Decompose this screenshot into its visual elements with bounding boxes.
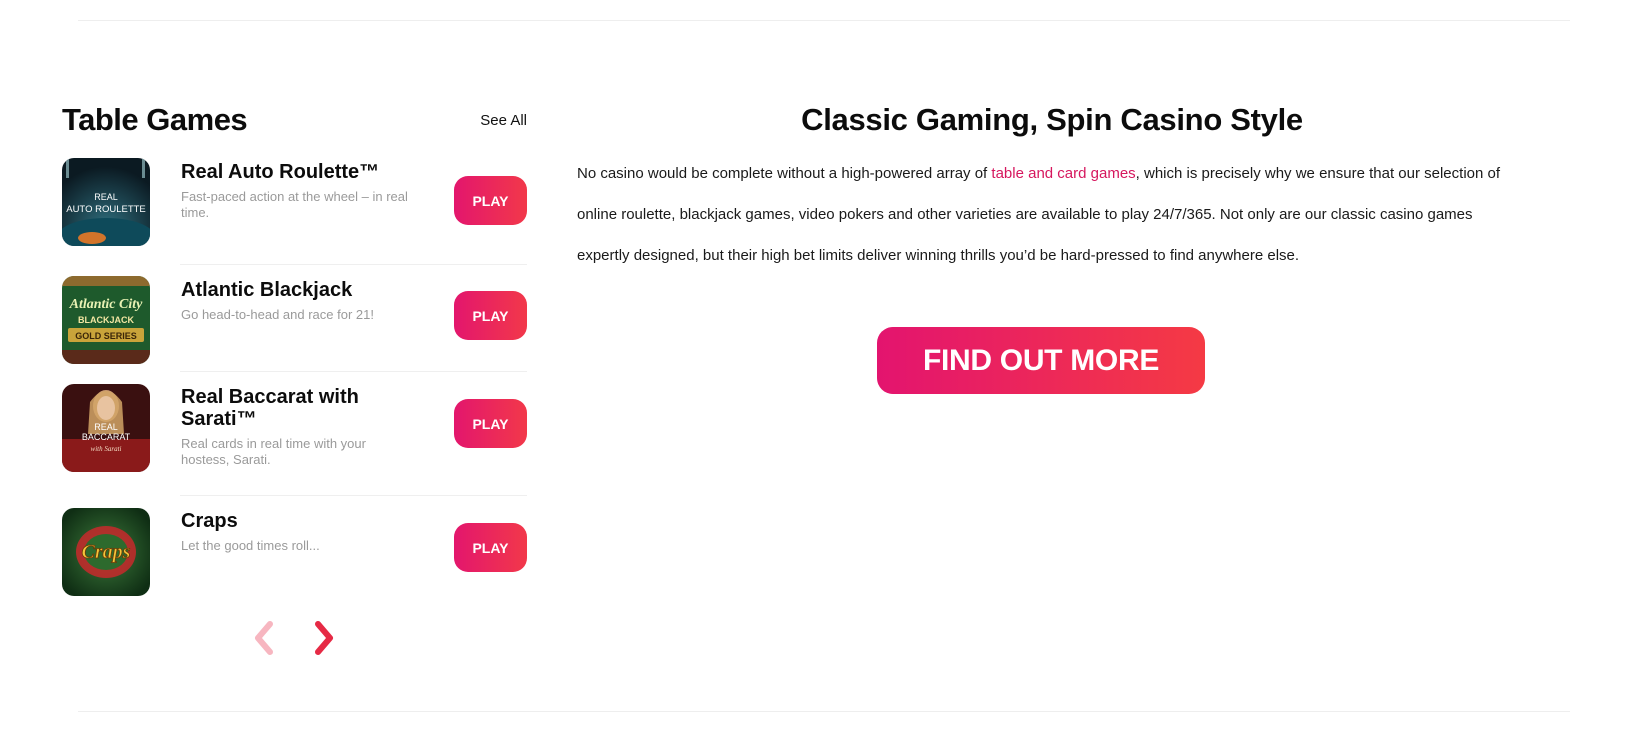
game-item-real-auto-roulette[interactable]: REAL AUTO ROULETTE Real Auto Roulette™ F… bbox=[62, 158, 527, 265]
bottom-divider bbox=[78, 711, 1570, 712]
svg-text:REAL: REAL bbox=[94, 422, 118, 432]
svg-text:REAL: REAL bbox=[94, 192, 118, 202]
svg-text:BACCARAT: BACCARAT bbox=[82, 432, 131, 442]
body-text-1: No casino would be complete without a hi… bbox=[577, 165, 992, 182]
game-thumbnail[interactable]: Atlantic City BLACKJACK GOLD SERIES bbox=[62, 276, 150, 364]
table-and-card-games-link[interactable]: table and card games bbox=[991, 165, 1135, 182]
svg-text:BLACKJACK: BLACKJACK bbox=[78, 315, 135, 325]
game-description: Let the good times roll... bbox=[181, 538, 320, 553]
find-out-more-button[interactable]: FIND OUT MORE bbox=[877, 327, 1205, 394]
play-button[interactable]: PLAY bbox=[454, 523, 527, 572]
game-title[interactable]: Real Auto Roulette™ bbox=[181, 161, 401, 183]
game-thumbnail[interactable]: Craps bbox=[62, 508, 150, 596]
game-thumbnail[interactable]: REAL AUTO ROULETTE bbox=[62, 158, 150, 246]
game-thumbnail[interactable]: REAL BACCARAT with Sarati bbox=[62, 384, 150, 472]
section-body: No casino would be complete without a hi… bbox=[577, 153, 1507, 276]
game-item-atlantic-blackjack[interactable]: Atlantic City BLACKJACK GOLD SERIES Atla… bbox=[62, 265, 527, 372]
chevron-left-icon[interactable] bbox=[250, 620, 280, 656]
play-button[interactable]: PLAY bbox=[454, 291, 527, 340]
play-button[interactable]: PLAY bbox=[454, 399, 527, 448]
top-divider bbox=[78, 20, 1570, 21]
game-item-craps[interactable]: Craps Craps Let the good times roll... P… bbox=[62, 496, 527, 603]
game-description: Fast-paced action at the wheel – in real… bbox=[181, 189, 408, 220]
blackjack-thumbnail-art: Atlantic City BLACKJACK GOLD SERIES bbox=[62, 276, 150, 364]
game-description: Go head-to-head and race for 21! bbox=[181, 307, 374, 322]
see-all-link[interactable]: See All bbox=[480, 112, 527, 129]
svg-text:Atlantic City: Atlantic City bbox=[69, 297, 144, 312]
game-title[interactable]: Atlantic Blackjack bbox=[181, 279, 401, 301]
baccarat-thumbnail-art: REAL BACCARAT with Sarati bbox=[62, 384, 150, 472]
play-button[interactable]: PLAY bbox=[454, 176, 527, 225]
table-games-title: Table Games bbox=[62, 102, 248, 137]
craps-thumbnail-art: Craps bbox=[62, 508, 150, 596]
game-title[interactable]: Real Baccarat with Sarati™ bbox=[181, 386, 401, 430]
roulette-thumbnail-art: REAL AUTO ROULETTE bbox=[62, 158, 150, 246]
game-title[interactable]: Craps bbox=[181, 510, 401, 532]
chevron-right-icon[interactable] bbox=[308, 620, 338, 656]
table-games-panel: Table Games See All REAL AUTO ROULETTE R… bbox=[62, 96, 527, 603]
section-title: Classic Gaming, Spin Casino Style bbox=[801, 102, 1303, 137]
svg-text:with Sarati: with Sarati bbox=[91, 445, 122, 453]
table-games-header: Table Games See All bbox=[62, 96, 527, 140]
svg-text:GOLD SERIES: GOLD SERIES bbox=[75, 331, 137, 341]
game-item-real-baccarat[interactable]: REAL BACCARAT with Sarati Real Baccarat … bbox=[62, 372, 527, 496]
svg-text:Craps: Craps bbox=[82, 541, 131, 563]
game-description: Real cards in real time with your hostes… bbox=[181, 436, 366, 467]
carousel-pager bbox=[250, 620, 340, 660]
svg-text:AUTO ROULETTE: AUTO ROULETTE bbox=[66, 204, 146, 215]
